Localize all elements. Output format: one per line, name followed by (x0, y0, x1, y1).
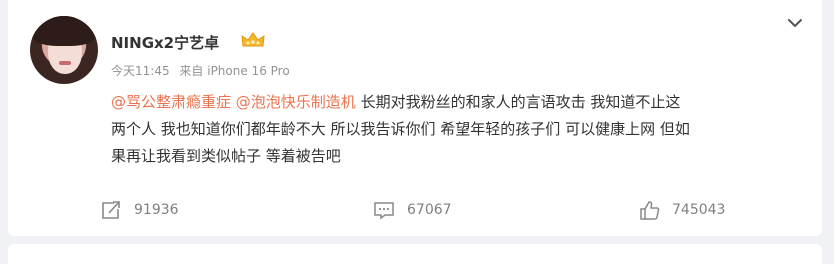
vip-crown-icon[interactable] (240, 31, 266, 49)
avatar-mouth (59, 61, 71, 65)
username[interactable]: NINGx2宁艺卓 (111, 32, 219, 53)
action-bar: 91936 67067 745043 (8, 196, 834, 226)
content-line-3: 果再让我看到类似帖子 等着被告吧 (111, 147, 341, 165)
like-count: 745043 (672, 202, 726, 218)
content-line-1: @骂公整肃瘾重症 @泡泡快乐制造机 长期对我粉丝的和家人的言语攻击 我知道不止这 (111, 89, 811, 116)
repost-icon (102, 201, 120, 219)
comment-button[interactable]: 67067 (373, 196, 452, 224)
avatar[interactable] (30, 16, 98, 84)
comment-icon (374, 202, 394, 220)
post-meta: 今天11:45 来自 iPhone 16 Pro (111, 62, 290, 79)
post-source: 来自 iPhone 16 Pro (179, 64, 290, 78)
mention-link[interactable]: @泡泡快乐制造机 (236, 93, 356, 111)
like-button[interactable]: 745043 (638, 196, 725, 224)
repost-button[interactable]: 91936 (100, 196, 179, 224)
mention-link[interactable]: @骂公整肃瘾重症 (111, 93, 231, 111)
post-content: @骂公整肃瘾重症 @泡泡快乐制造机 长期对我粉丝的和家人的言语攻击 我知道不止这… (111, 89, 811, 170)
repost-count: 91936 (134, 202, 179, 218)
content-line-2: 两个人 我也知道你们都年龄不大 所以我告诉你们 希望年轻的孩子们 可以健康上网 … (111, 120, 690, 138)
thumbs-up-icon (640, 201, 660, 220)
next-post-card (8, 244, 822, 264)
post-card: NINGx2宁艺卓 今天11:45 来自 iPhone 16 Pro @骂公整肃… (8, 0, 822, 236)
comment-count: 67067 (407, 202, 452, 218)
content-text: 长期对我粉丝的和家人的言语攻击 我知道不止这 (355, 93, 681, 111)
post-time[interactable]: 今天11:45 (111, 64, 170, 78)
avatar-hair (30, 16, 98, 46)
chevron-down-icon[interactable] (784, 12, 806, 34)
